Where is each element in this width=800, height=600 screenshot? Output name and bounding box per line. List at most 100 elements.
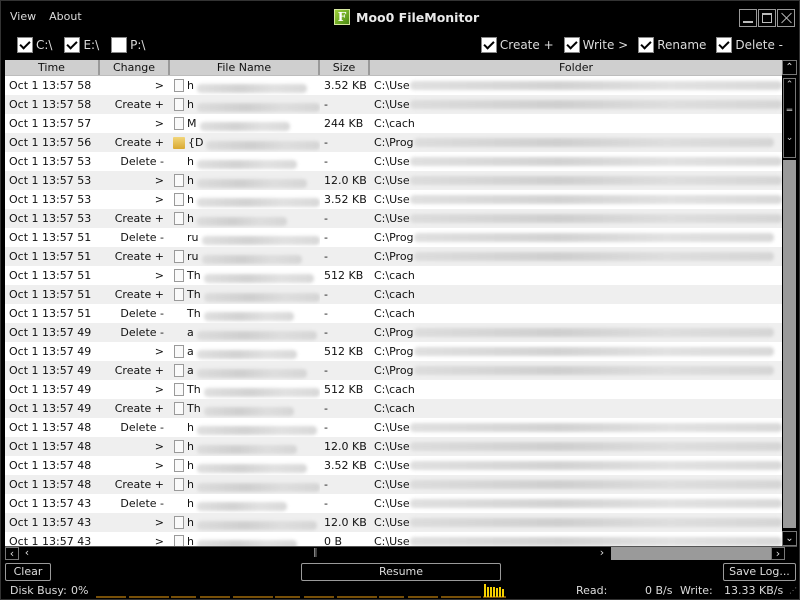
checkbox-label: P:\ (130, 38, 146, 52)
cell-file-name: h (170, 171, 320, 190)
cell-change: > (154, 345, 164, 358)
scroll-rightmost-icon[interactable]: › (771, 547, 785, 560)
table-row[interactable]: Oct 1 13:57 43 Delete - h - C:\Use (5, 494, 782, 513)
cell-time: Oct 1 13:57 49 (9, 345, 92, 358)
horizontal-scroll-track[interactable] (611, 547, 771, 560)
cell-folder: C:\Prog (370, 323, 782, 342)
scroll-down-icon[interactable]: ⌄ (784, 131, 795, 145)
column-header-time[interactable]: Time (5, 60, 100, 75)
folder-text: C:\Use (374, 535, 410, 546)
menu-bar: View About (10, 10, 82, 23)
scroll-leftmost-icon[interactable]: ‹ (5, 547, 19, 560)
menu-view[interactable]: View (10, 10, 36, 23)
table-row[interactable]: Oct 1 13:57 48 Create + h - C:\Use (5, 475, 782, 494)
menu-about[interactable]: About (49, 10, 82, 23)
table-row[interactable]: Oct 1 13:57 53 > h 12.0 KB C:\Use (5, 171, 782, 190)
table-row[interactable]: Oct 1 13:57 51 Create + Th - C:\cach (5, 285, 782, 304)
table-row[interactable]: Oct 1 13:57 43 > h 0 B C:\Use (5, 532, 782, 546)
save-log-button[interactable]: Save Log... (723, 563, 796, 581)
redacted-folder-path (409, 518, 782, 527)
redacted-folder-path (409, 461, 782, 470)
column-header-file-name[interactable]: File Name (170, 60, 320, 75)
filter-write-checkbox[interactable]: Write > (563, 37, 628, 53)
table-row[interactable]: Oct 1 13:57 58 > h 3.52 KB C:\Use (5, 76, 782, 95)
graph-bar (493, 587, 495, 597)
event-filters: Create + Write > Rename Delete - (480, 37, 783, 53)
scroll-right-icon[interactable]: › (595, 547, 609, 560)
scroll-left-icon[interactable]: ‹ (20, 547, 34, 560)
resume-button[interactable]: Resume (301, 563, 501, 581)
table-row[interactable]: Oct 1 13:57 57 > M 244 KB C:\cach (5, 114, 782, 133)
table-row[interactable]: Oct 1 13:57 48 > h 3.52 KB C:\Use (5, 456, 782, 475)
redacted-file-name (203, 311, 294, 321)
table-row[interactable]: Oct 1 13:57 51 Delete - Th - C:\cach (5, 304, 782, 323)
minimize-button[interactable] (739, 9, 757, 27)
table-header: Time Change File Name Size Folder (5, 60, 782, 76)
cell-time: Oct 1 13:57 43 (9, 497, 92, 510)
scroll-up-icon[interactable]: ⌃ (784, 79, 795, 91)
cell-size: 3.52 KB (324, 459, 367, 472)
filter-rename-checkbox[interactable]: Rename (638, 37, 706, 53)
table-row[interactable]: Oct 1 13:57 43 > h 12.0 KB C:\Use (5, 513, 782, 532)
vertical-scroll-track[interactable] (783, 160, 796, 528)
checkbox-box[interactable] (17, 37, 33, 53)
file-icon (174, 117, 184, 130)
table-row[interactable]: Oct 1 13:57 51 Delete - ru - C:\Prog (5, 228, 782, 247)
vertical-scroll-thumb[interactable]: ⌃ ═ ⌄ (783, 78, 796, 158)
cell-folder: C:\Use (370, 456, 782, 475)
cell-file-name: h (170, 209, 320, 228)
checkbox-label: C:\ (36, 38, 53, 52)
window-title: F Moo0 FileMonitor (334, 9, 479, 25)
cell-change: Create + (114, 364, 164, 377)
horizontal-scrollbar[interactable]: ‹ ‹ ‖ › › (5, 546, 797, 560)
cell-time: Oct 1 13:57 49 (9, 383, 92, 396)
filter-create-checkbox[interactable]: Create + (480, 37, 554, 53)
table-row[interactable]: Oct 1 13:57 56 Create + {D - C:\Prog (5, 133, 782, 152)
checkbox-box[interactable] (638, 37, 655, 53)
maximize-button[interactable] (758, 9, 776, 27)
table-row[interactable]: Oct 1 13:57 53 Delete - h - C:\Use (5, 152, 782, 171)
scroll-top-icon[interactable]: ⌃ (782, 60, 797, 75)
table-row[interactable]: Oct 1 13:57 48 Delete - h - C:\Use (5, 418, 782, 437)
table-row[interactable]: Oct 1 13:57 51 Create + ru - C:\Prog (5, 247, 782, 266)
table-row[interactable]: Oct 1 13:57 49 Create + a - C:\Prog (5, 361, 782, 380)
scroll-bottom-icon[interactable]: ⌄ (782, 531, 797, 546)
table-row[interactable]: Oct 1 13:57 49 > a 512 KB C:\Prog (5, 342, 782, 361)
redacted-file-name (196, 520, 317, 530)
column-header-change[interactable]: Change (100, 60, 170, 75)
drive-e-checkbox[interactable]: E:\ (64, 37, 99, 53)
table-row[interactable]: Oct 1 13:57 49 > Th 512 KB C:\cach (5, 380, 782, 399)
column-header-size[interactable]: Size (320, 60, 370, 75)
folder-text: C:\Use (374, 516, 410, 529)
vertical-scrollbar[interactable]: ⌃ ⌃ ═ ⌄ ⌄ (782, 60, 797, 546)
filter-delete-checkbox[interactable]: Delete - (716, 37, 783, 53)
clear-button[interactable]: Clear (5, 563, 51, 581)
cell-change: > (154, 440, 164, 453)
cell-file-name: h (170, 475, 320, 494)
cell-folder: C:\cach (370, 285, 782, 304)
table-row[interactable]: Oct 1 13:57 53 > h 3.52 KB C:\Use (5, 190, 782, 209)
table-row[interactable]: Oct 1 13:57 53 Create + h - C:\Use (5, 209, 782, 228)
resize-grip-icon[interactable]: ⋰ (789, 586, 797, 595)
redacted-folder-path (413, 138, 774, 147)
redacted-file-name (196, 83, 307, 93)
table-row[interactable]: Oct 1 13:57 51 > Th 512 KB C:\cach (5, 266, 782, 285)
drive-filters: C:\ E:\ P:\ (17, 37, 145, 53)
table-row[interactable]: Oct 1 13:57 58 Create + h - C:\Use (5, 95, 782, 114)
file-name-text: h (187, 79, 194, 92)
read-label: Read: (576, 584, 608, 597)
drive-c-checkbox[interactable]: C:\ (17, 37, 52, 53)
drive-p-checkbox[interactable]: P:\ (111, 37, 145, 53)
checkbox-box[interactable] (480, 37, 497, 53)
column-header-folder[interactable]: Folder (370, 60, 782, 75)
checkbox-box[interactable] (64, 37, 81, 53)
checkbox-box[interactable] (716, 37, 733, 53)
cell-folder: C:\Use (370, 418, 782, 437)
checkbox-box[interactable] (563, 37, 580, 53)
cell-time: Oct 1 13:57 48 (9, 478, 92, 491)
table-row[interactable]: Oct 1 13:57 49 Create + Th - C:\cach (5, 399, 782, 418)
close-button[interactable] (777, 9, 795, 27)
table-row[interactable]: Oct 1 13:57 48 > h 12.0 KB C:\Use (5, 437, 782, 456)
table-row[interactable]: Oct 1 13:57 49 Delete - a - C:\Prog (5, 323, 782, 342)
checkbox-box[interactable] (111, 37, 128, 53)
